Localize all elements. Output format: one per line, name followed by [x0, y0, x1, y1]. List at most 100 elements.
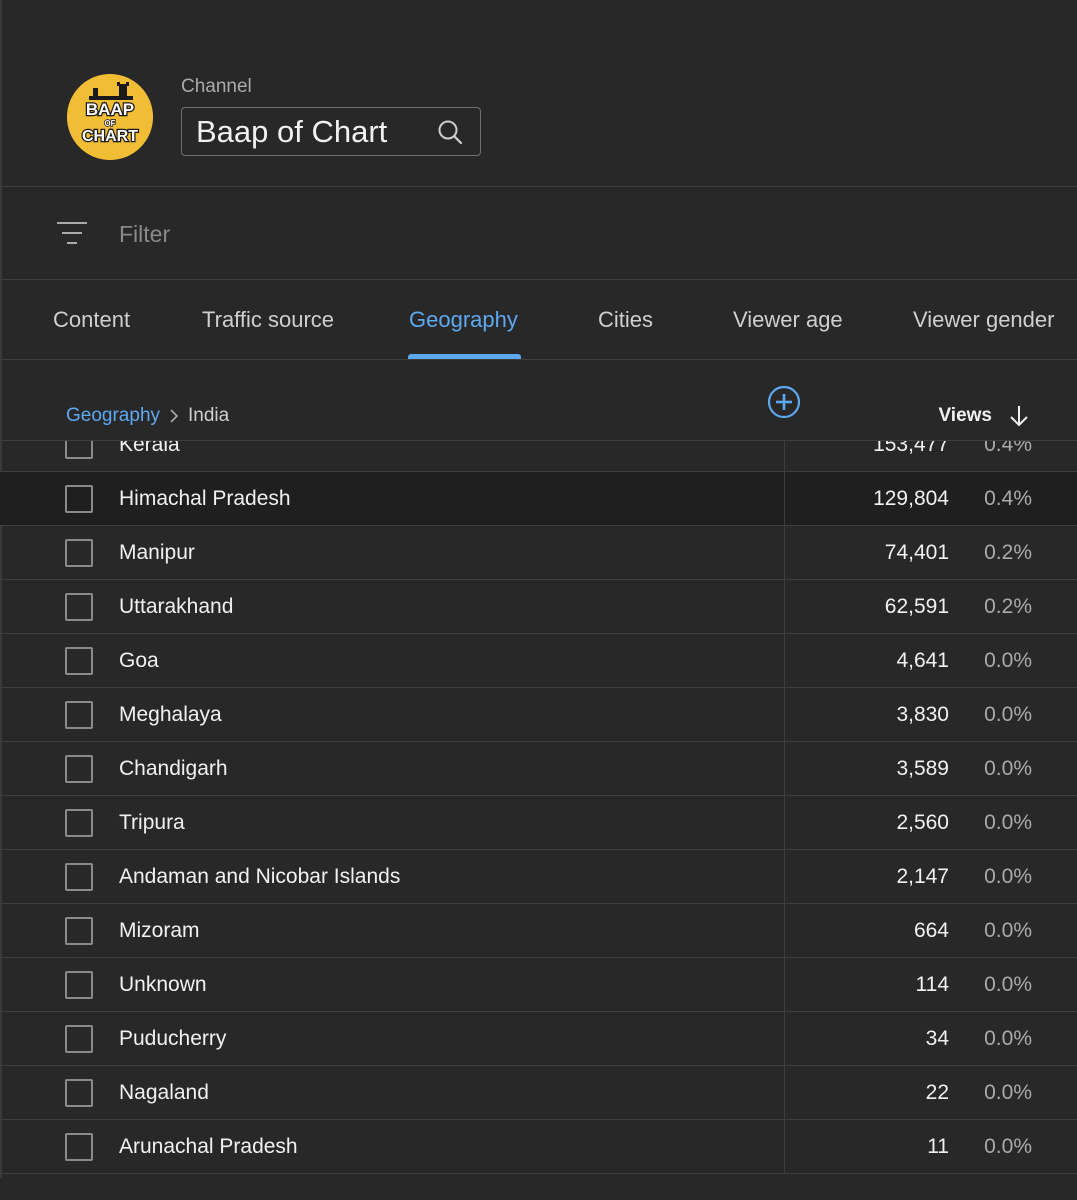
row-region-name: Arunachal Pradesh	[119, 1135, 298, 1158]
row-checkbox[interactable]	[65, 593, 93, 621]
row-checkbox[interactable]	[65, 917, 93, 945]
row-views: 74,401	[884, 541, 949, 564]
column-divider	[784, 1066, 785, 1119]
table-row[interactable]: Himachal Pradesh 129,804 0.4%	[0, 472, 1077, 526]
baap-of-chart-logo-icon: BAAP OF CHART	[67, 74, 153, 160]
column-divider	[784, 1120, 785, 1173]
tab-cities[interactable]: Cities	[598, 307, 653, 333]
column-divider	[784, 580, 785, 633]
column-divider	[784, 688, 785, 741]
row-views: 2,147	[896, 865, 949, 888]
report-tabs: Content Traffic source Geography Cities …	[0, 281, 1077, 360]
row-checkbox[interactable]	[65, 1133, 93, 1161]
row-percent: 0.0%	[984, 973, 1032, 996]
row-region-name: Puducherry	[119, 1027, 227, 1050]
table-header: Geography India Views	[0, 360, 1077, 441]
channel-label: Channel	[181, 76, 252, 97]
row-region-name: Andaman and Nicobar Islands	[119, 865, 401, 888]
row-region-name: Himachal Pradesh	[119, 487, 291, 510]
row-percent: 0.4%	[984, 441, 1032, 456]
row-views: 34	[925, 1027, 949, 1050]
svg-text:BAAP: BAAP	[86, 100, 134, 119]
sort-descending-icon[interactable]	[1008, 404, 1030, 428]
row-checkbox[interactable]	[65, 1025, 93, 1053]
table-row[interactable]: Tripura 2,560 0.0%	[0, 796, 1077, 850]
row-region-name: Chandigarh	[119, 757, 228, 780]
column-divider	[784, 441, 785, 471]
column-divider	[784, 850, 785, 903]
row-region-name: Uttarakhand	[119, 595, 234, 618]
table-footer	[0, 1178, 1077, 1200]
row-views: 22	[925, 1081, 949, 1104]
row-views: 129,804	[873, 487, 949, 510]
row-region-name: Manipur	[119, 541, 195, 564]
tab-traffic-source[interactable]: Traffic source	[202, 307, 334, 333]
search-icon[interactable]	[436, 118, 464, 146]
column-divider	[784, 904, 785, 957]
channel-name: Baap of Chart	[196, 114, 388, 149]
table-row[interactable]: Manipur 74,401 0.2%	[0, 526, 1077, 580]
column-divider	[784, 472, 785, 525]
row-views: 3,830	[896, 703, 949, 726]
row-views: 3,589	[896, 757, 949, 780]
channel-logo[interactable]: BAAP OF CHART	[67, 74, 153, 160]
column-divider	[784, 526, 785, 579]
table-row[interactable]: Uttarakhand 62,591 0.2%	[0, 580, 1077, 634]
tab-viewer-gender[interactable]: Viewer gender	[913, 307, 1054, 333]
row-checkbox[interactable]	[65, 863, 93, 891]
tab-viewer-age[interactable]: Viewer age	[733, 307, 843, 333]
add-column-icon[interactable]	[767, 385, 801, 419]
breadcrumb: Geography India	[66, 405, 229, 427]
column-divider	[784, 958, 785, 1011]
row-checkbox[interactable]	[65, 809, 93, 837]
channel-header: BAAP OF CHART Channel Baap of Chart	[0, 0, 1077, 187]
row-percent: 0.0%	[984, 1135, 1032, 1158]
filter-icon[interactable]	[56, 220, 88, 246]
row-checkbox[interactable]	[65, 441, 93, 459]
row-checkbox[interactable]	[65, 485, 93, 513]
row-views: 62,591	[884, 595, 949, 618]
row-percent: 0.0%	[984, 649, 1032, 672]
filter-input[interactable]: Filter	[119, 221, 170, 248]
row-region-name: Meghalaya	[119, 703, 222, 726]
table-row[interactable]: Arunachal Pradesh 11 0.0%	[0, 1120, 1077, 1174]
row-percent: 0.2%	[984, 595, 1032, 618]
row-percent: 0.0%	[984, 703, 1032, 726]
views-column-header[interactable]: Views	[938, 405, 992, 427]
column-divider	[784, 742, 785, 795]
row-checkbox[interactable]	[65, 971, 93, 999]
column-divider	[784, 1012, 785, 1065]
table-row[interactable]: Nagaland 22 0.0%	[0, 1066, 1077, 1120]
row-percent: 0.0%	[984, 865, 1032, 888]
row-checkbox[interactable]	[65, 1079, 93, 1107]
chevron-right-icon	[170, 409, 179, 423]
channel-selector[interactable]: Baap of Chart	[181, 107, 481, 156]
tab-content[interactable]: Content	[53, 307, 130, 333]
table-row[interactable]: Unknown 114 0.0%	[0, 958, 1077, 1012]
breadcrumb-geography-link[interactable]: Geography	[66, 405, 160, 427]
row-checkbox[interactable]	[65, 647, 93, 675]
row-percent: 0.0%	[984, 757, 1032, 780]
row-checkbox[interactable]	[65, 539, 93, 567]
row-checkbox[interactable]	[65, 701, 93, 729]
row-region-name: Goa	[119, 649, 159, 672]
column-divider	[784, 634, 785, 687]
row-checkbox[interactable]	[65, 755, 93, 783]
table-row[interactable]: Meghalaya 3,830 0.0%	[0, 688, 1077, 742]
table-row[interactable]: Mizoram 664 0.0%	[0, 904, 1077, 958]
column-divider	[784, 796, 785, 849]
svg-text:CHART: CHART	[82, 128, 138, 145]
table-row[interactable]: Kerala 153,477 0.4%	[0, 441, 1077, 472]
row-region-name: Tripura	[119, 811, 185, 834]
filter-bar: Filter	[0, 188, 1077, 280]
table-row[interactable]: Goa 4,641 0.0%	[0, 634, 1077, 688]
table-row[interactable]: Puducherry 34 0.0%	[0, 1012, 1077, 1066]
row-region-name: Nagaland	[119, 1081, 209, 1104]
table-row[interactable]: Chandigarh 3,589 0.0%	[0, 742, 1077, 796]
table-row[interactable]: Andaman and Nicobar Islands 2,147 0.0%	[0, 850, 1077, 904]
geography-table: Kerala 153,477 0.4% Himachal Pradesh 129…	[0, 441, 1077, 1178]
row-region-name: Kerala	[119, 441, 180, 456]
tab-geography[interactable]: Geography	[409, 307, 518, 333]
row-views: 664	[913, 919, 949, 942]
row-views: 114	[915, 973, 949, 996]
